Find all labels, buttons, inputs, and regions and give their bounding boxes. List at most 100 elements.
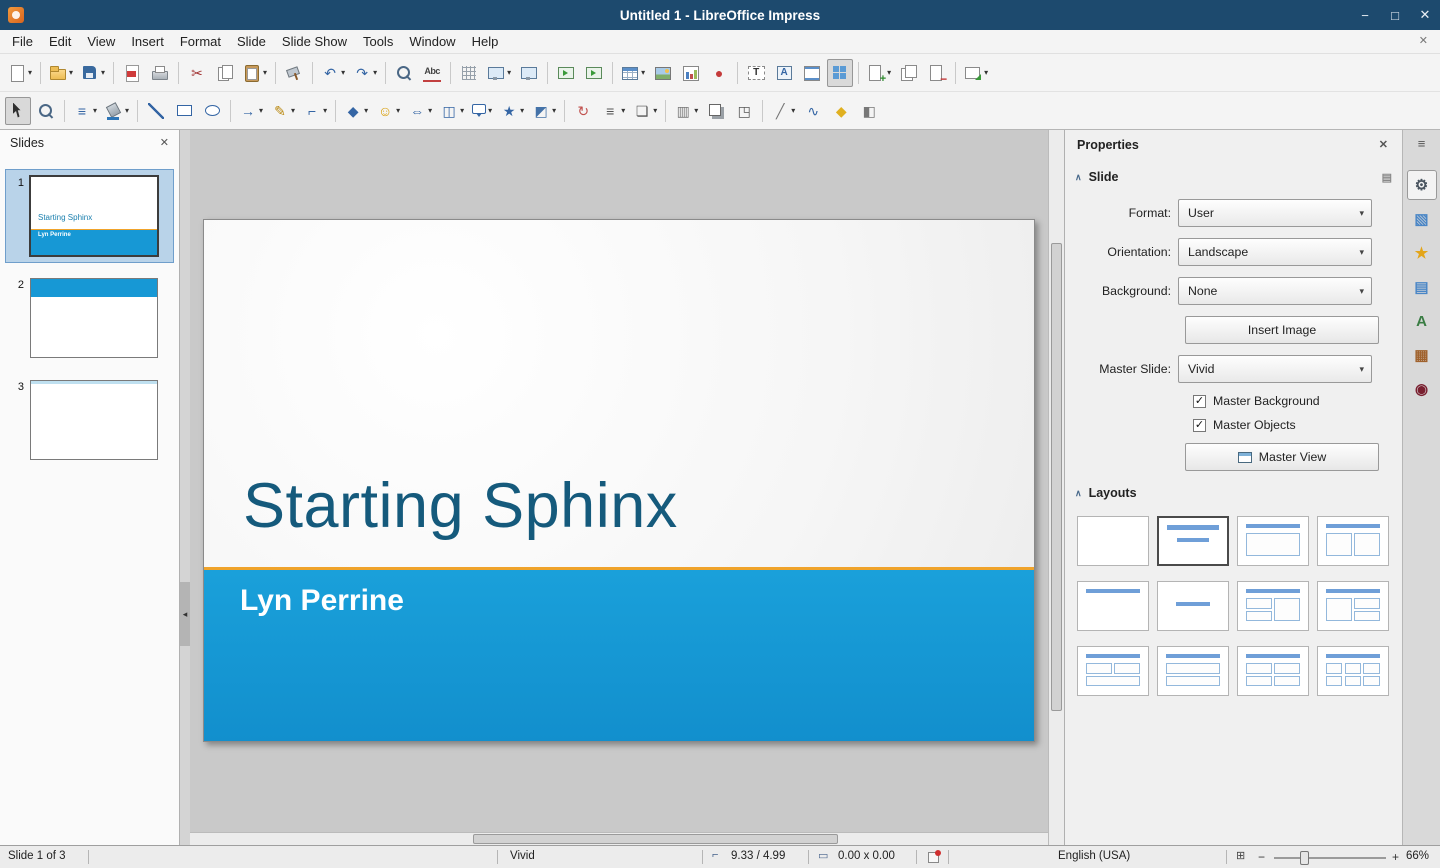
undo-button[interactable]: ↶▾ [318, 59, 348, 87]
zoom-out-button[interactable]: − [1258, 850, 1265, 864]
menu-view[interactable]: View [79, 30, 123, 53]
dropdown-arrow-icon[interactable]: ▾ [984, 68, 988, 77]
slide-thumbnail-1[interactable]: 1Starting SphinxLyn Perrine [6, 170, 173, 262]
menu-slide[interactable]: Slide [229, 30, 274, 53]
paste-button[interactable]: ▾ [240, 59, 270, 87]
menu-format[interactable]: Format [172, 30, 229, 53]
dropdown-arrow-icon[interactable]: ▾ [323, 106, 327, 115]
slide-editing-area[interactable]: Starting Sphinx Lyn Perrine [203, 219, 1035, 742]
properties-panel-close-button[interactable]: ✕ [1379, 138, 1388, 151]
minimize-button[interactable]: − [1356, 8, 1374, 23]
delete-slide-button[interactable] [924, 59, 950, 87]
dropdown-arrow-icon[interactable]: ▾ [552, 106, 556, 115]
slide-thumbnail-3[interactable]: 3 [6, 374, 173, 466]
dropdown-arrow-icon[interactable]: ▾ [291, 106, 295, 115]
slide-title-text[interactable]: Starting Sphinx [243, 470, 678, 542]
insert-chart-button[interactable] [678, 59, 704, 87]
dropdown-arrow-icon[interactable]: ▾ [653, 106, 657, 115]
restore-button[interactable]: □ [1386, 8, 1404, 23]
slide-count-status[interactable]: Slide 1 of 3 [8, 850, 66, 862]
layout-centered-text[interactable] [1157, 581, 1229, 631]
3d-objects-button[interactable]: ◩▾ [529, 97, 559, 125]
slide-transition-deck-tab[interactable]: ▧ [1407, 204, 1437, 234]
dropdown-arrow-icon[interactable]: ▾ [69, 68, 73, 77]
layout-four-content[interactable] [1237, 646, 1309, 696]
export-pdf-button[interactable] [119, 59, 145, 87]
master-slide-dropdown[interactable]: Vivid ▾ [1178, 355, 1372, 383]
dropdown-arrow-icon[interactable]: ▾ [364, 106, 368, 115]
cursor-position-status[interactable]: 9.33 / 4.99 [731, 850, 785, 862]
insert-fontwork-button[interactable]: A [771, 59, 797, 87]
properties-deck-tab[interactable]: ⚙ [1407, 170, 1437, 200]
slide-thumbnail-2[interactable]: 2 [6, 272, 173, 364]
crop-image-button[interactable]: ◳ [731, 97, 757, 125]
connectors-button[interactable]: ⌐▾ [300, 97, 330, 125]
dropdown-arrow-icon[interactable]: ▾ [641, 68, 645, 77]
stars-and-banners-button[interactable]: ★▾ [497, 97, 527, 125]
layout-six-content[interactable] [1317, 646, 1389, 696]
zoom-slider[interactable] [1274, 857, 1386, 859]
horizontal-scrollbar[interactable] [190, 832, 1048, 845]
duplicate-slide-button[interactable] [896, 59, 922, 87]
curves-and-polygons-button[interactable]: ✎▾ [268, 97, 298, 125]
dropdown-arrow-icon[interactable]: ▾ [507, 68, 511, 77]
menu-help[interactable]: Help [464, 30, 507, 53]
display-views-button[interactable] [516, 59, 542, 87]
menu-file[interactable]: File [4, 30, 41, 53]
clone-formatting-button[interactable] [281, 59, 307, 87]
dropdown-arrow-icon[interactable]: ▾ [259, 106, 263, 115]
layout-title-content[interactable] [1237, 516, 1309, 566]
toggle-extrusion-button[interactable]: ◧ [856, 97, 882, 125]
distribution-button[interactable]: ▥▾ [671, 97, 701, 125]
save-button[interactable]: ▾ [78, 59, 108, 87]
close-button[interactable]: ✕ [1416, 7, 1434, 23]
print-button[interactable] [147, 59, 173, 87]
slide-properties-button[interactable]: ▾ [961, 59, 991, 87]
fill-color-button[interactable]: ▾ [102, 97, 132, 125]
background-dropdown[interactable]: None ▾ [1178, 277, 1372, 305]
sidebar-settings-button[interactable]: ≡ [1403, 130, 1440, 156]
collapse-chevron-icon[interactable]: ∧ [1075, 172, 1082, 183]
dropdown-arrow-icon[interactable]: ▾ [396, 106, 400, 115]
slide-canvas-area[interactable]: Starting Sphinx Lyn Perrine [190, 130, 1048, 845]
panel-splitter[interactable]: ◂ [180, 130, 190, 845]
splitter-collapse-icon[interactable]: ◂ [180, 582, 190, 646]
layout-title-two-content[interactable] [1317, 516, 1389, 566]
open-file-button[interactable]: ▾ [46, 59, 76, 87]
layout-title-only[interactable] [1077, 581, 1149, 631]
zoom-in-button[interactable]: + [1392, 850, 1399, 864]
display-snap-guides-button[interactable]: ▾ [484, 59, 514, 87]
transformations-button[interactable]: ╱▾ [768, 97, 798, 125]
dropdown-arrow-icon[interactable]: ▾ [263, 68, 267, 77]
arrange-button[interactable]: ❏▾ [630, 97, 660, 125]
zoom-and-pan-button[interactable] [33, 97, 59, 125]
dropdown-arrow-icon[interactable]: ▾ [93, 106, 97, 115]
dropdown-arrow-icon[interactable]: ▾ [887, 68, 891, 77]
start-from-current-slide-button[interactable] [581, 59, 607, 87]
dropdown-arrow-icon[interactable]: ▾ [28, 68, 32, 77]
menu-edit[interactable]: Edit [41, 30, 79, 53]
display-grid-button[interactable] [456, 59, 482, 87]
start-from-first-slide-button[interactable] [553, 59, 579, 87]
master-objects-checkbox[interactable]: ✓ [1193, 419, 1206, 432]
insert-text-box-button[interactable]: T [743, 59, 769, 87]
header-and-footer-button[interactable] [799, 59, 825, 87]
flowchart-shapes-button[interactable]: ◫▾ [437, 97, 467, 125]
insert-table-button[interactable]: ▾ [618, 59, 648, 87]
helplines-while-moving-button[interactable]: ≡▾ [70, 97, 100, 125]
ellipse-button[interactable] [199, 97, 225, 125]
zoom-percent[interactable]: 66% [1406, 850, 1429, 862]
dropdown-arrow-icon[interactable]: ▾ [460, 106, 464, 115]
insert-audio-video-button[interactable]: ● [706, 59, 732, 87]
edit-points-button[interactable]: ∿ [800, 97, 826, 125]
dropdown-arrow-icon[interactable]: ▾ [520, 106, 524, 115]
layout-two-content-and-content[interactable] [1237, 581, 1309, 631]
align-objects-button[interactable]: ≡▾ [598, 97, 628, 125]
vertical-scrollbar-thumb[interactable] [1051, 243, 1062, 711]
animation-deck-tab[interactable]: ★ [1407, 238, 1437, 268]
dropdown-arrow-icon[interactable]: ▾ [101, 68, 105, 77]
close-document-button[interactable]: ✕ [1419, 34, 1428, 47]
master-slides-deck-tab[interactable]: ▤ [1407, 272, 1437, 302]
layout-content-and-two-content[interactable] [1317, 581, 1389, 631]
master-view-button[interactable]: Master View [1185, 443, 1379, 471]
